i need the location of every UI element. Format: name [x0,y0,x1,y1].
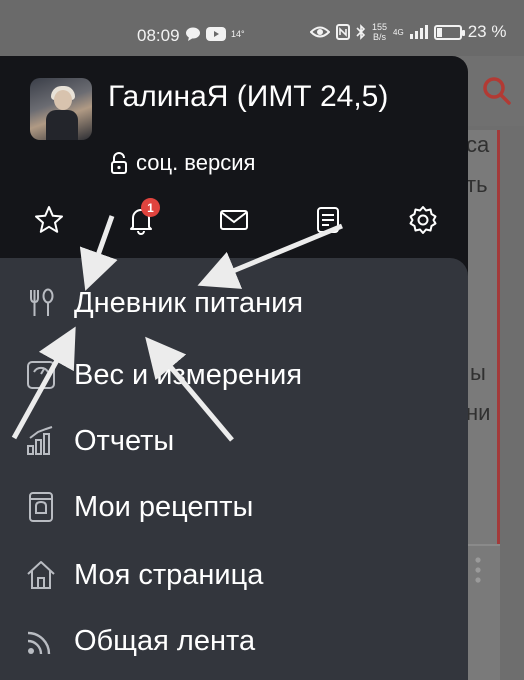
avatar[interactable] [30,78,92,140]
recipe-book-icon [29,492,53,522]
fork-spoon-icon [30,288,54,316]
nfc-icon [336,24,350,40]
status-bar: 08:09 14° 155 B/s 4G 23 % [0,0,524,56]
menu-item-label: Общая лента [74,624,256,657]
feed-icon [27,631,51,655]
search-icon[interactable] [482,76,512,106]
menu-item-weight[interactable]: Вес и измерения [0,344,468,406]
drawer-icon-row: 1 [0,196,468,244]
star-icon[interactable] [33,204,65,236]
more-vertical-icon[interactable] [474,556,482,586]
background-text: ни [466,400,491,425]
user-name[interactable]: ГалинаЯ (ИМТ 24,5) [108,80,408,114]
bluetooth-icon [356,24,366,40]
system-indicators: 155 B/s 4G 23 % [310,22,506,42]
battery-percent: 23 % [467,22,507,41]
menu-item-label: Отчеты [74,424,175,457]
home-icon [27,561,55,589]
version-label: соц. версия [136,150,256,175]
menu-item-label: Мои рецепты [74,490,254,523]
eye-icon [310,26,330,38]
scale-icon [27,361,55,389]
youtube-icon [206,27,226,41]
menu-item-label: Дневник питания [74,286,304,319]
net-speed: 155 B/s [372,22,388,42]
menu-item-food-diary[interactable]: Дневник питания [0,272,468,334]
menu-item-my-page[interactable]: Моя страница [0,544,468,606]
menu-item-label: Моя страница [74,558,264,591]
background-text: ть [466,172,488,197]
navigation-drawer: ГалинаЯ (ИМТ 24,5) соц. версия 1 Дневник… [0,56,468,680]
notification-icons: 14° [185,27,245,41]
menu-item-reports[interactable]: Отчеты [0,410,468,472]
battery-icon [433,24,465,40]
background-text: са [466,132,490,157]
bar-chart-icon [27,426,53,455]
menu-item-recipes[interactable]: Мои рецепты [0,476,468,538]
gear-icon[interactable] [407,204,439,236]
status-time: 08:09 [137,26,180,45]
menu-panel: Дневник питания Вес и измерения Отчеты М… [0,258,468,680]
notif-temperature: 14° [231,29,245,39]
signal-icon [409,25,428,39]
background-text: ы [470,360,486,385]
notification-badge: 1 [141,198,160,217]
lock-open-icon [111,152,127,174]
notes-icon[interactable] [312,204,344,236]
menu-item-feed[interactable]: Общая лента [0,610,468,672]
battery-fill [436,27,442,37]
net-type: 4G [393,27,404,37]
mail-icon[interactable] [218,204,250,236]
chat-bubble-icon [186,27,200,41]
version-row[interactable]: соц. версия [110,150,255,176]
menu-item-label: Вес и измерения [74,358,303,391]
